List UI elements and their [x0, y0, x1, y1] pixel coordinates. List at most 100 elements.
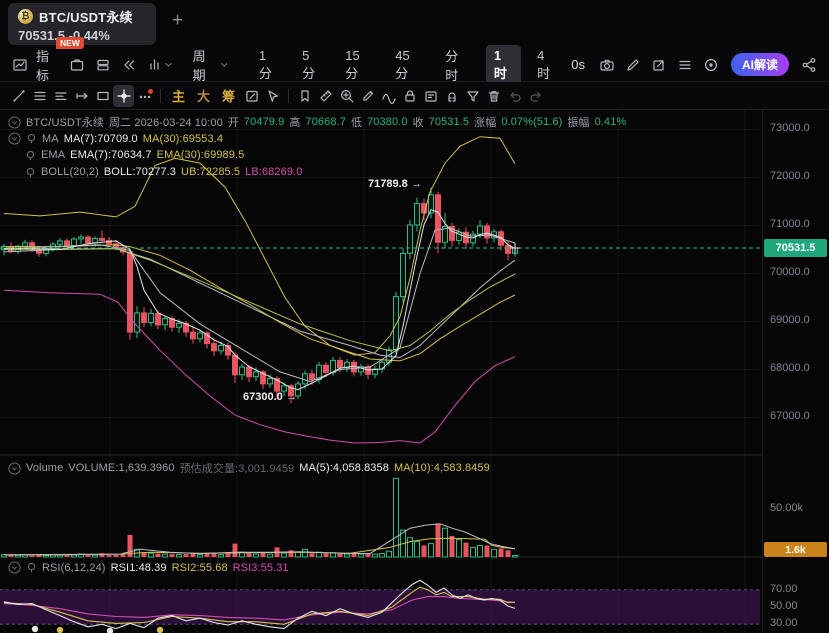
brush-dots-tool-icon[interactable]: [134, 85, 155, 107]
ray-tool-icon[interactable]: [71, 85, 92, 107]
rsi3-value: RSI3:55.31: [232, 561, 289, 574]
share-icon[interactable]: [797, 54, 821, 76]
current-price-badge: 70531.5: [764, 239, 827, 257]
timeframe-line[interactable]: 分时: [437, 43, 478, 87]
bookmark-tool-icon[interactable]: [294, 85, 315, 107]
horizontal-lines-tool-icon[interactable]: [29, 85, 50, 107]
timeframe-45m[interactable]: 45分: [387, 45, 429, 85]
add-tab-button[interactable]: +: [172, 11, 183, 30]
trading-app: { "tab": {"symbol":"BTC/USDT永续","price":…: [0, 0, 829, 633]
rsi-axis-label: 30.00: [770, 617, 798, 629]
volume-value: VOLUME:1,639.3960: [68, 462, 175, 474]
edit-icon[interactable]: [621, 54, 645, 76]
boll-toggle-icon[interactable]: [25, 167, 36, 178]
symbol-name: BTC/USDT永续: [39, 10, 133, 25]
trash-tool-icon[interactable]: [483, 85, 504, 107]
ema30-value: EMA(30):69989.5: [156, 149, 245, 161]
volume-ma5: MA(5):4,058.8358: [299, 462, 389, 474]
ma-toggle-icon[interactable]: [26, 133, 37, 144]
chip-distribution-toggle[interactable]: 筹: [216, 86, 241, 105]
pattern-tool-icon[interactable]: [378, 85, 399, 107]
chart-preview-icon[interactable]: [8, 54, 32, 76]
chart-region[interactable]: BTC/USDT永续 周二 2026-03-24 10:00 开 70479.9 …: [0, 110, 829, 633]
btc-coin-icon: ₿: [18, 9, 33, 24]
axis-label: 69000.0: [770, 314, 810, 326]
current-volume-badge: 1.6k: [764, 542, 827, 557]
ma30-value: MA(30):69553.4: [142, 132, 224, 145]
ema-toggle-icon[interactable]: [25, 150, 36, 161]
pencil-tool-icon[interactable]: [357, 85, 378, 107]
boll-legend: BOLL(20,2) BOLL:70277.3 UB:72285.5 LB:68…: [25, 166, 302, 178]
legend-close: 70531.5: [428, 116, 470, 128]
rectangle-tool-icon[interactable]: [92, 85, 113, 107]
trend-line-tool-icon[interactable]: [8, 85, 29, 107]
rsi2-value: RSI2:55.68: [171, 561, 228, 574]
volume-legend: Volume VOLUME:1,639.3960 预估成交量:3,001.945…: [8, 460, 490, 476]
timeframe-15m[interactable]: 15分: [337, 45, 379, 85]
undo-icon[interactable]: [504, 85, 525, 107]
rsi-toggle-icon[interactable]: [26, 562, 37, 573]
notification-dot: [148, 88, 153, 94]
settings-target-icon[interactable]: [699, 54, 723, 76]
ohlc-legend: BTC/USDT永续 周二 2026-03-24 10:00 开 70479.9 …: [8, 114, 626, 130]
template-icon[interactable]: [65, 54, 89, 76]
ai-analysis-button[interactable]: AI解读: [731, 53, 790, 76]
new-badge: NEW: [56, 36, 84, 49]
legend-symbol: BTC/USDT永续: [26, 117, 104, 129]
volume-display-icon[interactable]: [143, 54, 177, 76]
volume-estimate: 预估成交量:3,001.9459: [179, 463, 295, 475]
parallel-lines-tool-icon[interactable]: [50, 85, 71, 107]
legend-low: 70380.0: [367, 116, 408, 128]
boll-mid-value: BOLL:70277.3: [103, 166, 177, 178]
ema-legend: EMA EMA(7):70634.7 EMA(30):69989.5: [25, 149, 244, 161]
timeframe-1h[interactable]: 1时: [485, 44, 522, 85]
legend-amplitude: 0.41%: [594, 116, 627, 128]
timeframe-4h[interactable]: 4时: [529, 45, 564, 85]
high-price-annotation: 71789.8 →: [368, 178, 422, 190]
legend-open: 70479.9: [243, 116, 285, 128]
main-toolbar: 指标 NEW 周期 1分 5分 15分 45分 分时 1时 4时 0s AI解读: [0, 36, 829, 85]
filter-tool-icon[interactable]: [462, 85, 483, 107]
crosshair-tool-icon[interactable]: [113, 84, 134, 107]
drawing-toolbar: 主 大 筹: [0, 82, 829, 110]
axis-label: 71000.0: [770, 218, 810, 230]
main-chart-toggle[interactable]: 主: [166, 86, 191, 105]
records-icon[interactable]: [91, 54, 115, 76]
rewind-icon[interactable]: [117, 54, 141, 76]
timeframe-5m[interactable]: 5分: [294, 45, 329, 85]
list-settings-icon[interactable]: [673, 54, 697, 76]
camera-icon[interactable]: [595, 54, 619, 76]
legend-high: 70668.7: [305, 116, 346, 128]
price-axis[interactable]: 73000.0 72000.0 71000.0 70000.0 69000.0 …: [762, 110, 829, 633]
legend-change: 0.07%(51.6): [501, 116, 563, 128]
ruler-tool-icon[interactable]: [315, 85, 336, 107]
edit-square-icon[interactable]: [241, 85, 262, 107]
period-label: 周期: [192, 48, 206, 83]
boll-lb-value: LB:68269.0: [245, 166, 303, 178]
big-chart-toggle[interactable]: 大: [191, 86, 216, 105]
legend-time: 周二 2026-03-24 10:00: [109, 117, 223, 129]
indicator-menu[interactable]: 指标 NEW: [36, 36, 84, 84]
rsi-axis-label: 50.00: [770, 600, 798, 612]
header: ₿ BTC/USDT永续 70531.5 -0.44% +: [0, 0, 829, 48]
redo-icon[interactable]: [525, 85, 546, 107]
note-tool-icon[interactable]: [420, 85, 441, 107]
timeframe-1m[interactable]: 1分: [251, 45, 286, 85]
low-price-annotation: 67300.0 →: [243, 391, 297, 403]
popout-icon[interactable]: [647, 54, 671, 76]
volume-ma10: MA(10):4,583.8459: [393, 462, 490, 474]
magnet-tool-icon[interactable]: [441, 85, 462, 107]
zoom-in-tool-icon[interactable]: [336, 85, 357, 107]
cursor-tool-icon[interactable]: [262, 85, 283, 107]
volume-axis-label: 50.00k: [770, 502, 804, 514]
axis-label: 72000.0: [770, 170, 810, 182]
candle-countdown: 0s: [571, 57, 585, 72]
axis-label: 68000.0: [770, 362, 810, 374]
rsi1-value: RSI1:48.39: [110, 561, 167, 574]
ma-legend: MA MA(7):70709.0 MA(30):69553.4: [8, 132, 223, 145]
indicator-label: 指标: [36, 48, 50, 83]
axis-label: 73000.0: [770, 122, 810, 134]
ma7-value: MA(7):70709.0: [63, 132, 138, 145]
period-menu[interactable]: 周期: [193, 46, 229, 84]
lock-tool-icon[interactable]: [399, 85, 420, 107]
